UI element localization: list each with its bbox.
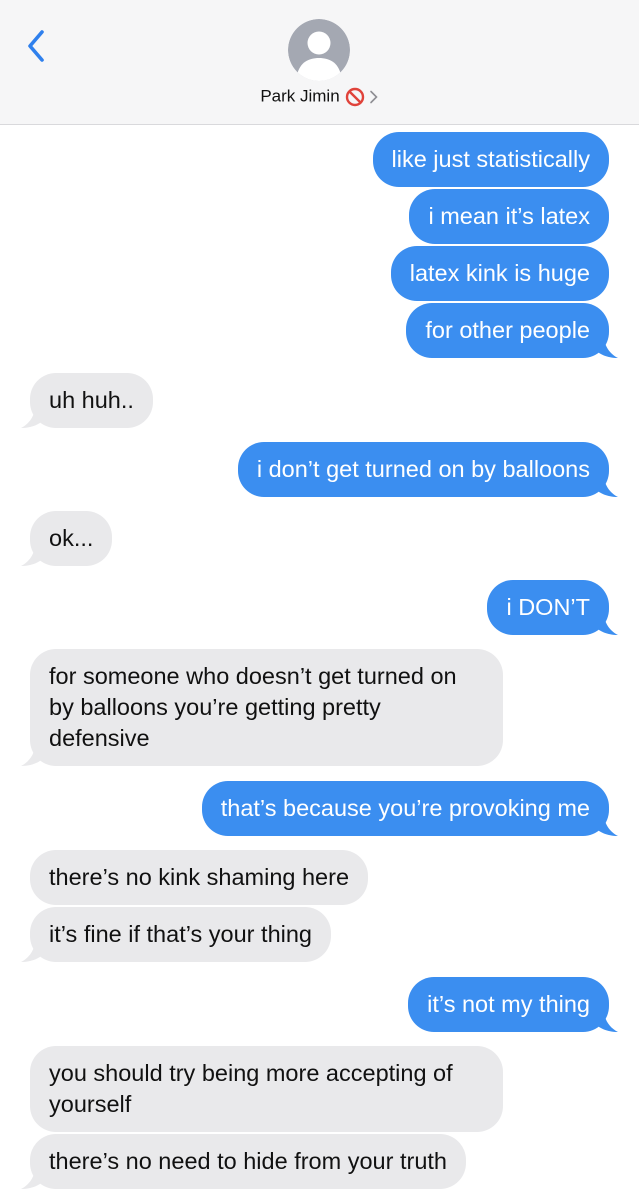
contact-name-button[interactable]: Park Jimin (0, 86, 639, 107)
received-message[interactable]: there’s no kink shaming here (30, 850, 369, 905)
message-text: you should try being more accepting of y… (49, 1060, 453, 1117)
received-message[interactable]: there’s no need to hide from your truth (21, 1134, 466, 1189)
received-message[interactable]: for someone who doesn’t get turned on by… (21, 649, 503, 766)
message-text: there’s no kink shaming here (49, 864, 350, 890)
sent-message[interactable]: latex kink is huge (390, 246, 609, 301)
bubble-tail (594, 336, 618, 358)
bubble-tail (594, 475, 618, 497)
message-text: there’s no need to hide from your truth (49, 1148, 447, 1174)
bubble-tail (21, 940, 45, 962)
received-message[interactable]: ok... (21, 511, 113, 566)
message-text: uh huh.. (49, 387, 134, 413)
bubble-tail (21, 406, 45, 428)
message-text: ok... (49, 525, 94, 551)
bubble-tail (21, 744, 45, 766)
message-text: it’s not my thing (427, 991, 590, 1017)
sent-message[interactable]: like just statistically (372, 132, 609, 187)
prohibited-icon (345, 87, 364, 106)
message-text: i mean it’s latex (428, 203, 590, 229)
message-text: i DON’T (506, 594, 590, 620)
contact-name: Park Jimin (260, 86, 340, 106)
sent-message[interactable]: i mean it’s latex (409, 189, 609, 244)
bubble-tail (594, 613, 618, 635)
message-text: like just statistically (391, 146, 591, 172)
message-text: that’s because you’re provoking me (220, 795, 590, 821)
bubble-tail (594, 1010, 618, 1032)
received-message[interactable]: you should try being more accepting of y… (30, 1046, 503, 1132)
sent-message[interactable]: i don’t get turned on by balloons (237, 442, 618, 497)
message-text: for someone who doesn’t get turned on by… (49, 663, 457, 751)
message-text: it’s fine if that’s your thing (49, 921, 312, 947)
sent-message[interactable]: for other people (406, 303, 618, 358)
received-message[interactable]: uh huh.. (21, 373, 153, 428)
sent-message[interactable]: it’s not my thing (408, 977, 618, 1032)
message-text: for other people (425, 317, 590, 343)
back-button[interactable] (22, 26, 52, 66)
message-text: latex kink is huge (409, 260, 590, 286)
message-text: i don’t get turned on by balloons (256, 456, 590, 482)
bubble-tail (21, 544, 45, 566)
received-message[interactable]: it’s fine if that’s your thing (21, 907, 331, 962)
bubble-tail (21, 1167, 45, 1189)
conversation-header: Park Jimin (0, 0, 639, 125)
sent-message[interactable]: that’s because you’re provoking me (201, 781, 618, 836)
chevron-left-icon (28, 30, 44, 62)
chevron-right-icon (369, 90, 378, 103)
sent-message[interactable]: i DON’T (487, 580, 618, 635)
contact-avatar[interactable] (288, 19, 350, 81)
bubble-tail (594, 814, 618, 836)
